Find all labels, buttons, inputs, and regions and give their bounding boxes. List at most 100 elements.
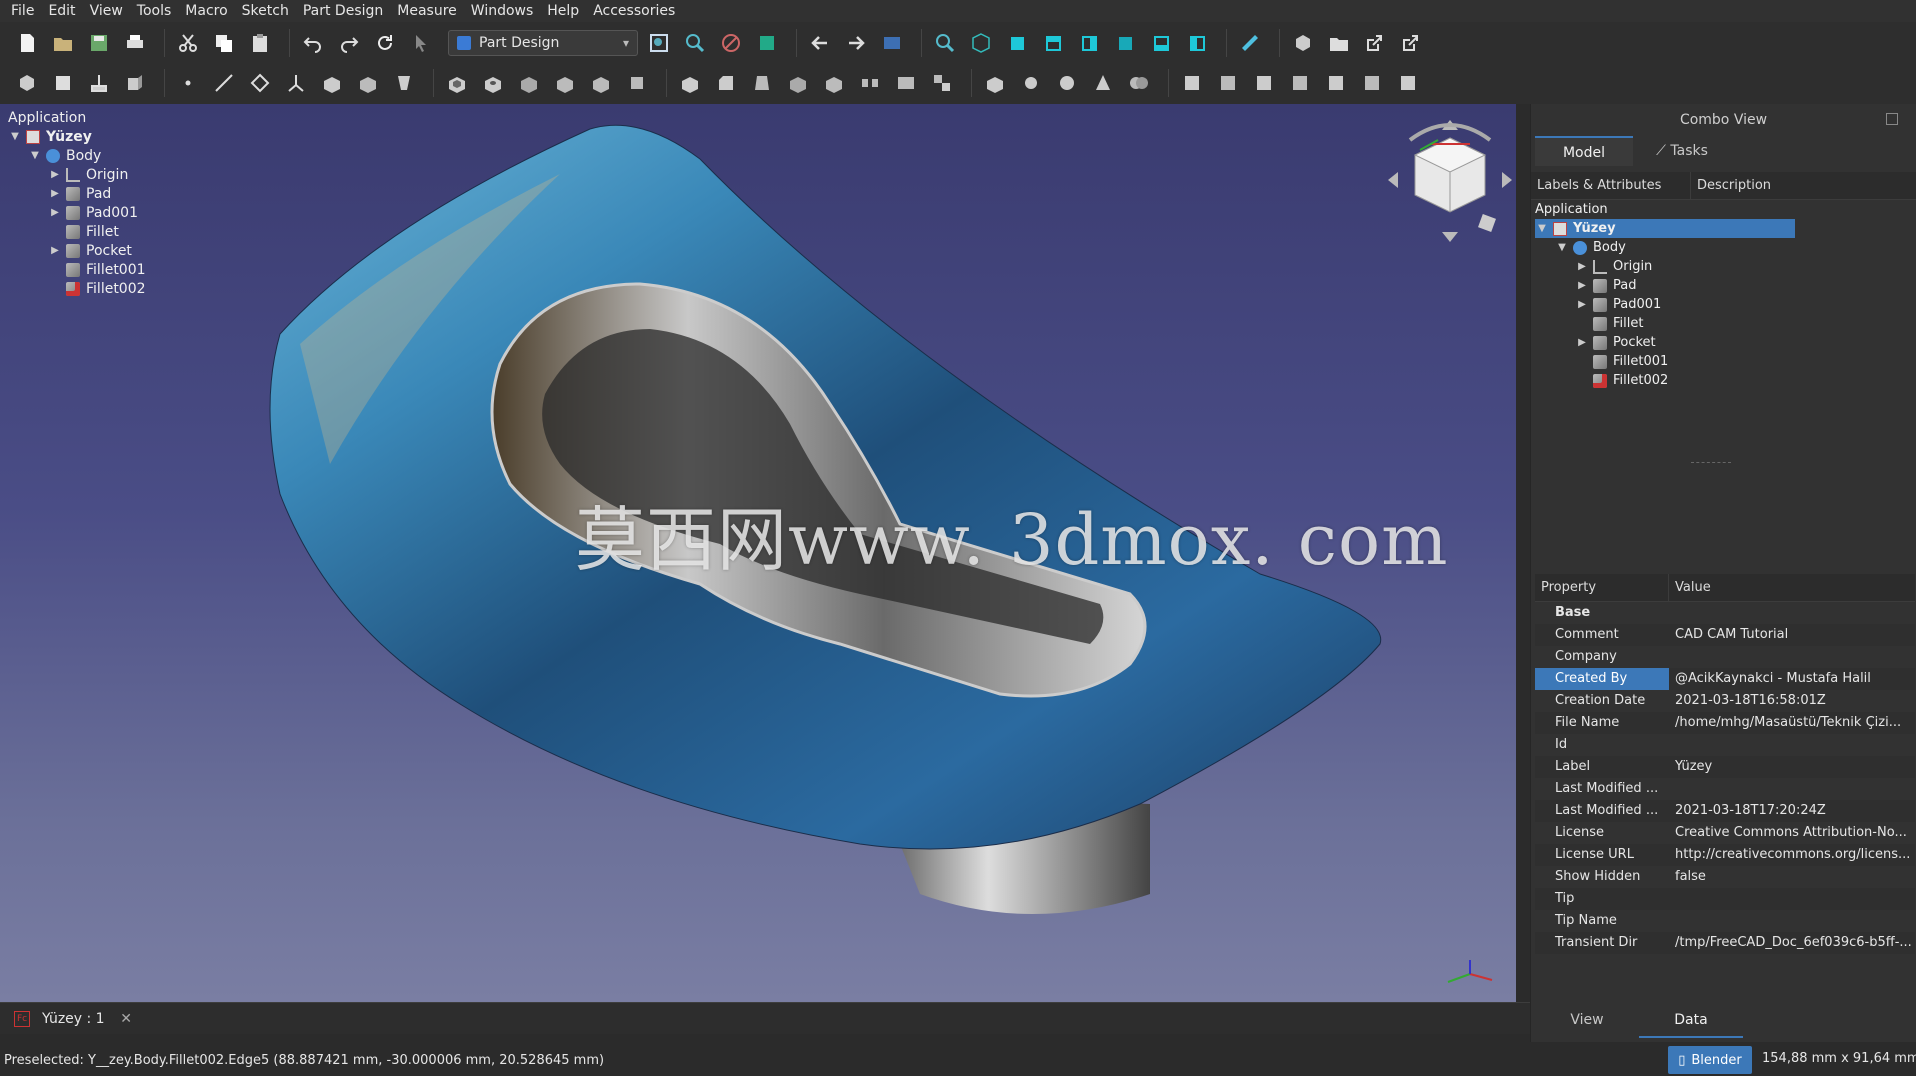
column-description[interactable]: Description <box>1691 172 1777 199</box>
additive-sphere-button[interactable] <box>1052 68 1082 98</box>
loft-button[interactable] <box>389 68 419 98</box>
chevron-right-icon[interactable]: ▶ <box>1575 299 1589 310</box>
chevron-down-icon[interactable]: ▼ <box>1535 223 1549 234</box>
menu-part-design[interactable]: Part Design <box>296 0 390 22</box>
additive-box-button[interactable] <box>980 68 1010 98</box>
measure-clear-button[interactable] <box>1285 68 1315 98</box>
tree-item-fillet[interactable]: Fillet <box>8 222 308 241</box>
sync-view-button[interactable] <box>877 28 907 58</box>
view-isometric-button[interactable] <box>966 28 996 58</box>
tree-document-row[interactable]: ▼ Yüzey <box>8 127 308 146</box>
chevron-right-icon[interactable]: ▶ <box>1575 261 1589 272</box>
property-row-license[interactable]: License Creative Commons Attribution-No..… <box>1535 822 1915 844</box>
tree-document-row[interactable]: ▼ Yüzey <box>1535 219 1795 238</box>
tree-item-fillet001[interactable]: Fillet001 <box>1535 352 1916 371</box>
property-value[interactable]: CAD CAM Tutorial <box>1669 624 1915 646</box>
tree-item-fillet002[interactable]: Fillet002 <box>1535 371 1916 390</box>
cut-button[interactable] <box>173 28 203 58</box>
column-property[interactable]: Property <box>1535 574 1669 601</box>
property-value[interactable]: Yüzey <box>1669 756 1915 778</box>
print-button[interactable] <box>120 28 150 58</box>
property-value[interactable]: false <box>1669 866 1915 888</box>
view-top-button[interactable] <box>1038 28 1068 58</box>
save-button[interactable] <box>84 28 114 58</box>
subtractive-primitive-button[interactable] <box>622 68 652 98</box>
fit-selection-button[interactable] <box>680 28 710 58</box>
new-file-button[interactable] <box>12 28 42 58</box>
open-file-button[interactable] <box>48 28 78 58</box>
validate-sketch-button[interactable] <box>84 68 114 98</box>
tree-item-pad001[interactable]: ▶ Pad001 <box>1535 295 1916 314</box>
document-tab[interactable]: Fc Yüzey : 1 ✕ <box>6 1005 138 1033</box>
whats-this-button[interactable] <box>406 28 436 58</box>
chevron-right-icon[interactable]: ▶ <box>1575 337 1589 348</box>
tree-item-pocket[interactable]: ▶ Pocket <box>1535 333 1916 352</box>
create-part-button[interactable] <box>1288 28 1318 58</box>
chevron-down-icon[interactable]: ▼ <box>28 150 42 161</box>
view-right-button[interactable] <box>1074 28 1104 58</box>
pocket-button[interactable] <box>442 68 472 98</box>
menu-measure[interactable]: Measure <box>390 0 464 22</box>
tree-item-origin[interactable]: ▶ Origin <box>1535 257 1916 276</box>
revolution-button[interactable] <box>353 68 383 98</box>
subtractive-helix-button[interactable] <box>586 68 616 98</box>
menu-windows[interactable]: Windows <box>464 0 541 22</box>
tab-data[interactable]: Data <box>1639 1004 1743 1038</box>
zoom-button[interactable] <box>930 28 960 58</box>
datum-line-button[interactable] <box>209 68 239 98</box>
polar-pattern-button[interactable] <box>891 68 921 98</box>
link-actions-button[interactable] <box>1396 28 1426 58</box>
copy-button[interactable] <box>209 28 239 58</box>
measure-toggle-delta-button[interactable] <box>1357 68 1387 98</box>
local-coordinate-button[interactable] <box>281 68 311 98</box>
forward-button[interactable] <box>841 28 871 58</box>
chamfer-button[interactable] <box>711 68 741 98</box>
tab-tasks[interactable]: ⟋ Tasks <box>1633 136 1731 166</box>
link-button[interactable] <box>1360 28 1390 58</box>
property-row-show-hidden[interactable]: Show Hidden false <box>1535 866 1915 888</box>
menu-file[interactable]: File <box>4 0 41 22</box>
property-row-creation-date[interactable]: Creation Date 2021-03-18T16:58:01Z <box>1535 690 1915 712</box>
property-row-comment[interactable]: Comment CAD CAM Tutorial <box>1535 624 1915 646</box>
datum-point-button[interactable] <box>173 68 203 98</box>
measure-angular-button[interactable] <box>1213 68 1243 98</box>
property-value[interactable] <box>1669 888 1915 910</box>
property-value[interactable]: http://creativecommons.org/licens... <box>1669 844 1915 866</box>
property-value[interactable] <box>1669 778 1915 800</box>
property-row-tip[interactable]: Tip <box>1535 888 1915 910</box>
column-value[interactable]: Value <box>1669 574 1717 601</box>
property-row-license-url[interactable]: License URL http://creativecommons.org/li… <box>1535 844 1915 866</box>
3d-viewport[interactable]: Application ▼ Yüzey ▼ Body ▶ Origin ▶ Pa… <box>0 104 1516 1002</box>
draft-button[interactable] <box>747 68 777 98</box>
measure-button[interactable] <box>1235 28 1265 58</box>
pad-button[interactable] <box>317 68 347 98</box>
groove-button[interactable] <box>514 68 544 98</box>
property-value[interactable]: 2021-03-18T16:58:01Z <box>1669 690 1915 712</box>
property-value[interactable] <box>1669 910 1915 932</box>
tree-item-origin[interactable]: ▶ Origin <box>8 165 308 184</box>
menu-tools[interactable]: Tools <box>130 0 179 22</box>
tree-item-pad[interactable]: ▶ Pad <box>8 184 308 203</box>
linear-pattern-button[interactable] <box>855 68 885 98</box>
measure-toggle-3d-button[interactable] <box>1321 68 1351 98</box>
menu-accessories[interactable]: Accessories <box>586 0 682 22</box>
boolean-button[interactable] <box>1124 68 1154 98</box>
property-value[interactable]: @AcikKaynakci - Mustafa Halil <box>1669 668 1915 690</box>
view-front-button[interactable] <box>1002 28 1032 58</box>
property-row-last-modified-date[interactable]: Last Modified ... 2021-03-18T17:20:24Z <box>1535 800 1915 822</box>
paste-button[interactable] <box>245 28 275 58</box>
menu-sketch[interactable]: Sketch <box>235 0 296 22</box>
chevron-right-icon[interactable]: ▶ <box>1575 280 1589 291</box>
nav-menu-icon[interactable] <box>1478 214 1496 232</box>
menu-macro[interactable]: Macro <box>178 0 234 22</box>
measure-linear-button[interactable] <box>1177 68 1207 98</box>
datum-plane-button[interactable] <box>245 68 275 98</box>
close-icon[interactable]: ✕ <box>120 1011 132 1027</box>
property-value[interactable] <box>1669 734 1915 756</box>
tree-item-pocket[interactable]: ▶ Pocket <box>8 241 308 260</box>
create-sketch-button[interactable] <box>48 68 78 98</box>
property-row-file-name[interactable]: File Name/home/mhg/Masaüstü/Teknik Çizi.… <box>1535 712 1915 734</box>
menu-view[interactable]: View <box>83 0 130 22</box>
property-value[interactable]: /tmp/FreeCAD_Doc_6ef039c6-b5ff-... <box>1669 932 1915 954</box>
property-row-last-modified-by[interactable]: Last Modified ... <box>1535 778 1915 800</box>
